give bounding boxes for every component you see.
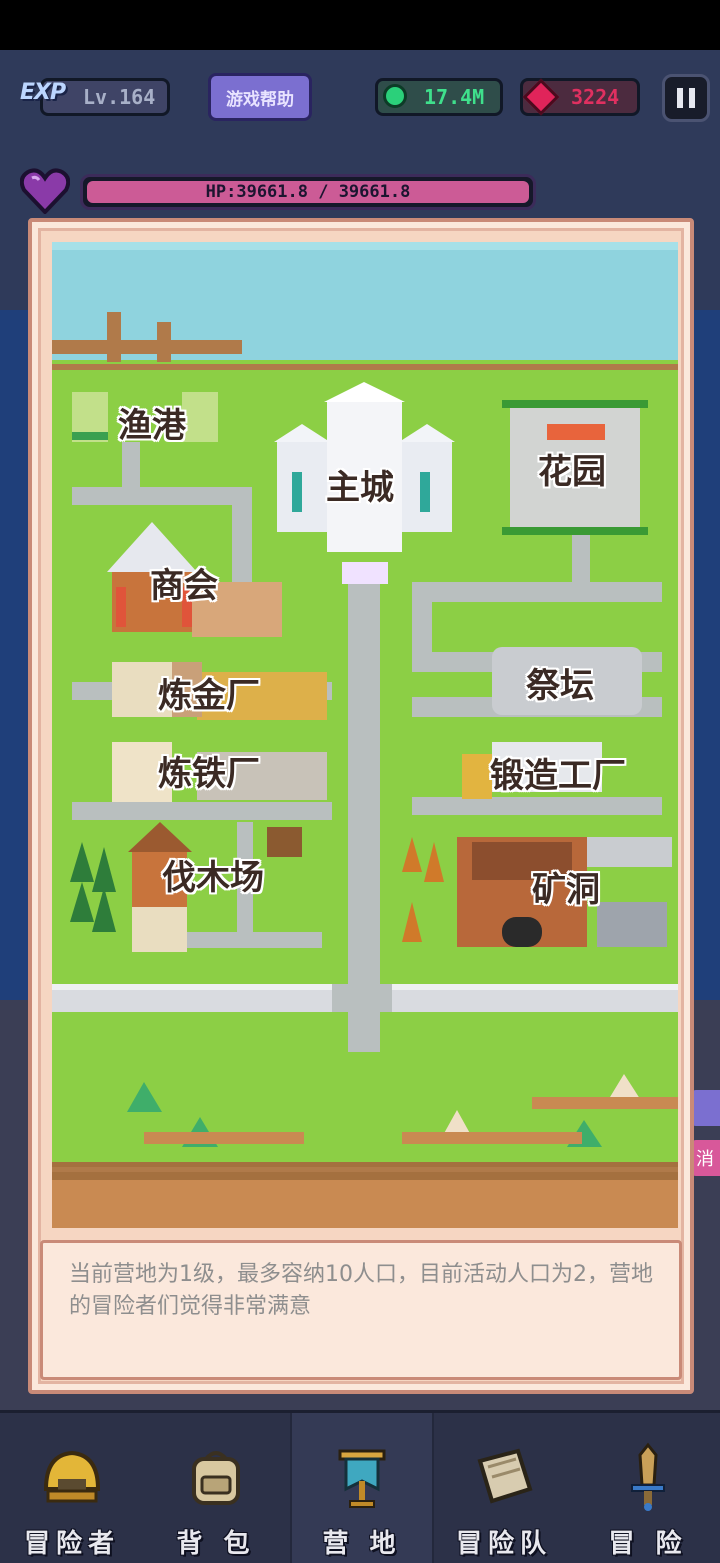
side-tab[interactable]: 消 (690, 1140, 720, 1176)
nav-party[interactable]: 冒险队 (432, 1413, 576, 1563)
nav-adventurers[interactable]: 冒险者 (0, 1413, 144, 1563)
sword-icon (631, 1442, 665, 1511)
nav-camp[interactable]: 营 地 (290, 1413, 434, 1563)
map-label-garden[interactable]: 花园 (538, 444, 606, 493)
level-text: Lv.164 (83, 85, 156, 109)
backpack-icon (192, 1451, 240, 1505)
camp-map[interactable]: 渔港 主城 花园 商会 祭坛 炼金厂 炼铁厂 锻造工厂 伐木场 矿洞 (52, 242, 678, 1228)
map-label-altar[interactable]: 祭坛 (526, 658, 594, 707)
nav-adventure[interactable]: 冒 险 (576, 1413, 720, 1563)
nav-label: 背 包 (176, 1529, 256, 1559)
pause-icon (677, 88, 683, 108)
side-tab-purple (690, 1090, 720, 1126)
nav-label: 冒 险 (608, 1529, 688, 1559)
exp-badge: EXP (20, 80, 66, 105)
game-help-button[interactable]: 游戏帮助 (208, 73, 312, 121)
map-label-mine[interactable]: 矿洞 (532, 862, 600, 911)
status-bar (0, 0, 720, 50)
nav-label: 冒险队 (455, 1529, 552, 1559)
pause-button[interactable] (662, 74, 710, 122)
emerald-icon (383, 84, 407, 108)
map-label-alchemy[interactable]: 炼金厂 (158, 668, 260, 717)
map-label-forge[interactable]: 锻造工厂 (490, 748, 626, 797)
camp-description: 当前营地为1级，最多容纳10人口，目前活动人口为2，营地的冒险者们觉得非常满意 (40, 1240, 682, 1380)
banner-icon (338, 1449, 386, 1508)
gem-count: 17.4M (424, 85, 485, 109)
heart-icon (20, 168, 70, 214)
ruby-count: 3224 (571, 85, 620, 109)
map-label-smelter[interactable]: 炼铁厂 (158, 746, 260, 795)
hp-bar: HP:39661.8 / 39661.8 (80, 174, 536, 210)
map-label-guild[interactable]: 商会 (150, 558, 218, 607)
helmet-icon (43, 1450, 101, 1503)
bottom-nav: 冒险者 背 包 营 地 冒险队 冒 险 (0, 1410, 720, 1563)
nav-backpack[interactable]: 背 包 (144, 1413, 288, 1563)
map-label-lumber[interactable]: 伐木场 (162, 850, 264, 899)
nav-label: 营 地 (322, 1529, 402, 1559)
hp-text: HP:39661.8 / 39661.8 (205, 182, 411, 202)
book-icon (477, 1448, 533, 1504)
map-label-harbor[interactable]: 渔港 (118, 398, 186, 447)
map-label-main-city[interactable]: 主城 (326, 460, 394, 509)
map-art (52, 242, 678, 1228)
nav-label: 冒险者 (23, 1529, 120, 1559)
